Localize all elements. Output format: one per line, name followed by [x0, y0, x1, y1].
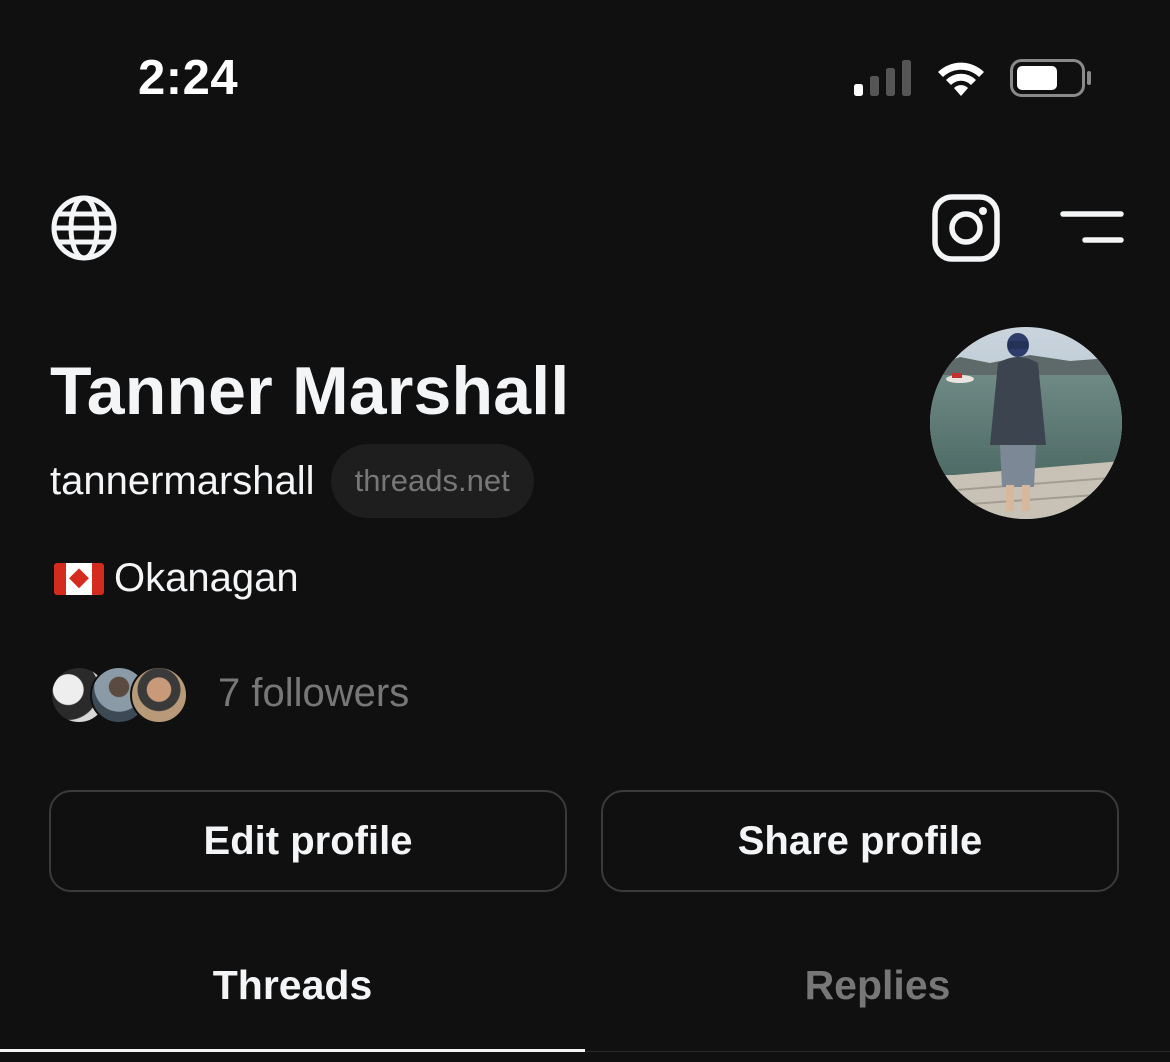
- avatar[interactable]: [930, 327, 1122, 519]
- status-time: 2:24: [138, 51, 239, 105]
- username: tannermarshall: [50, 458, 315, 503]
- cellular-signal-icon: [854, 60, 912, 96]
- wifi-icon: [936, 60, 986, 96]
- share-profile-button[interactable]: Share profile: [601, 790, 1119, 892]
- instagram-icon[interactable]: [932, 194, 1000, 262]
- bio-text: Okanagan: [114, 556, 299, 600]
- edit-profile-button[interactable]: Edit profile: [49, 790, 567, 892]
- handle-row: tannermarshall threads.net: [50, 444, 534, 518]
- menu-icon[interactable]: [1060, 208, 1124, 248]
- tab-divider: [585, 1051, 1170, 1052]
- follower-avatars: [50, 664, 190, 724]
- profile-name: Tanner Marshall: [50, 353, 570, 429]
- follower-avatar: [130, 666, 188, 724]
- active-tab-indicator: [0, 1049, 585, 1052]
- canada-flag-icon: [54, 562, 104, 595]
- followers-row[interactable]: 7 followers: [50, 664, 409, 724]
- domain-badge[interactable]: threads.net: [330, 444, 534, 518]
- battery-icon: [1010, 59, 1092, 97]
- tab-replies[interactable]: Replies: [585, 962, 1170, 1009]
- status-icons: [854, 58, 1092, 98]
- tab-threads[interactable]: Threads: [0, 962, 585, 1009]
- bio: Okanagan: [54, 556, 299, 601]
- followers-count[interactable]: 7 followers: [218, 671, 409, 716]
- globe-icon[interactable]: [50, 194, 118, 262]
